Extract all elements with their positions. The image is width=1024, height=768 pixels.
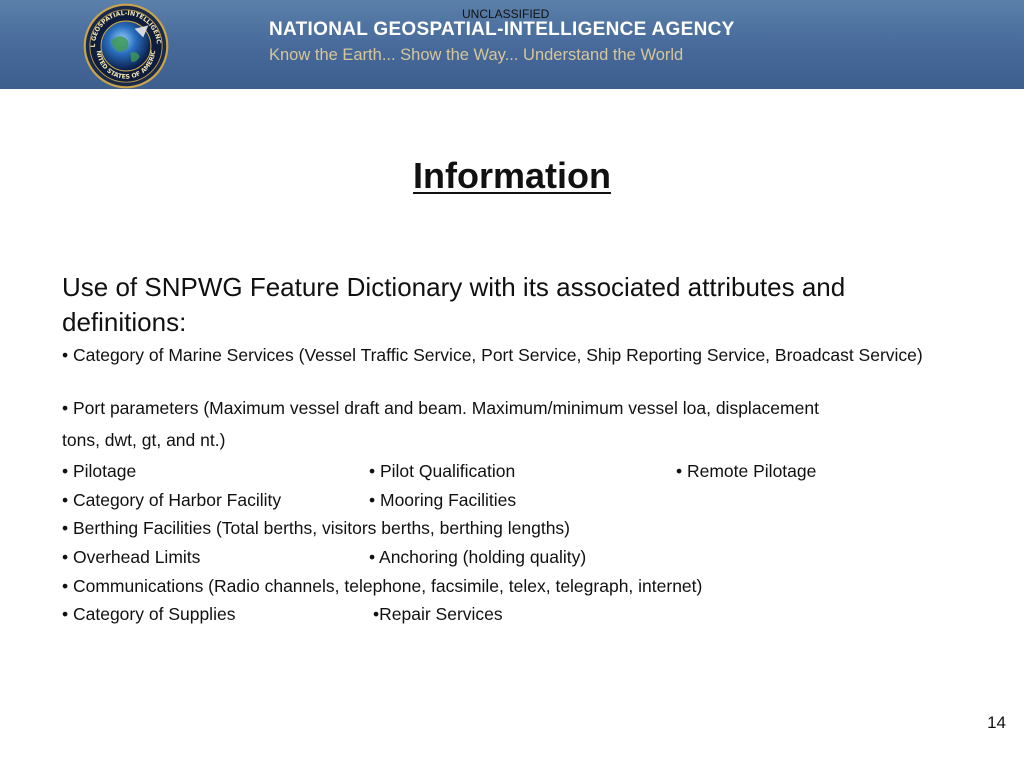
- bullet-overhead-limits: • Overhead Limits: [62, 547, 201, 567]
- bullet-repair-services: •Repair Services: [373, 604, 503, 624]
- bullet-port-parameters-continued: tons, dwt, gt, and nt.): [62, 430, 226, 450]
- bullet-pilotage: • Pilotage: [62, 461, 137, 481]
- agency-seal-icon: NATIONAL GEOSPATIAL-INTELLIGENCE AGENCY …: [83, 3, 169, 89]
- bullet-harbor-facility: • Category of Harbor Facility: [62, 490, 282, 510]
- bullet-port-parameters: • Port parameters (Maximum vessel draft …: [62, 398, 819, 418]
- bullet-pilot-qualification: • Pilot Qualification: [369, 461, 516, 481]
- page-number: 14: [987, 713, 1006, 732]
- bullet-communications: • Communications (Radio channels, teleph…: [62, 576, 703, 596]
- bullet-berthing-facilities: • Berthing Facilities (Total berths, vis…: [62, 518, 571, 538]
- agency-name: NATIONAL GEOSPATIAL-INTELLIGENCE AGENCY: [269, 19, 735, 40]
- slide-title: Information: [413, 155, 611, 196]
- bullet-marine-services: • Category of Marine Services (Vessel Tr…: [62, 345, 923, 365]
- bullet-mooring-facilities: • Mooring Facilities: [369, 490, 517, 510]
- bullet-anchoring: • Anchoring (holding quality): [369, 547, 587, 567]
- agency-motto: Know the Earth... Show the Way... Unders…: [269, 46, 684, 64]
- bullet-supplies: • Category of Supplies: [62, 604, 236, 624]
- header-banner: NATIONAL GEOSPATIAL-INTELLIGENCE AGENCY …: [0, 0, 1024, 89]
- bullet-remote-pilotage: • Remote Pilotage: [676, 461, 817, 481]
- classification-marking: UNCLASSIFIED: [462, 7, 550, 21]
- intro-paragraph: Use of SNPWG Feature Dictionary with its…: [62, 272, 846, 337]
